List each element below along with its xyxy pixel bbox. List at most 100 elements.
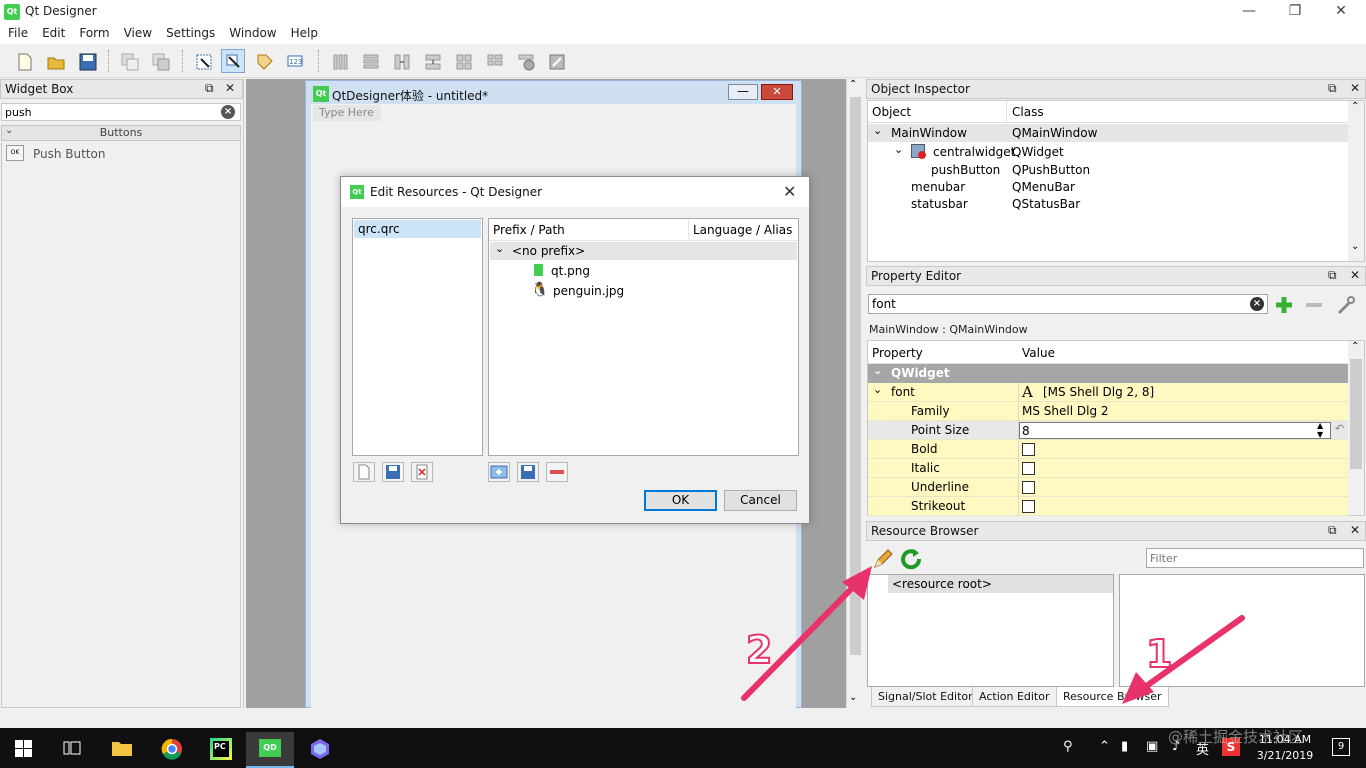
chevron-down-icon[interactable]: ⌄	[894, 143, 903, 156]
scroll-down-icon[interactable]: ⌄	[1351, 241, 1359, 252]
property-row-family[interactable]: Family MS Shell Dlg 2	[868, 402, 1349, 421]
qt-designer-button[interactable]: QD	[246, 732, 294, 768]
menu-settings[interactable]: Settings	[158, 24, 221, 40]
clear-filter-icon[interactable]: ×	[1250, 297, 1264, 311]
property-row-italic[interactable]: Italic	[868, 459, 1349, 478]
property-grid-scrollbar[interactable]: ⌃	[1348, 341, 1364, 515]
resource-file-row[interactable]: qt.png	[534, 263, 694, 281]
resource-tree[interactable]: Prefix / Path Language / Alias ⌄ <no pre…	[488, 218, 799, 456]
close-icon[interactable]: ✕	[1350, 268, 1360, 282]
reset-icon[interactable]: ↶	[1335, 422, 1344, 435]
close-icon[interactable]: ✕	[1350, 81, 1360, 95]
float-icon[interactable]: ⧉	[1328, 81, 1337, 96]
remove-resource-file-button[interactable]	[411, 462, 433, 482]
scroll-up-icon[interactable]: ⌃	[849, 79, 857, 90]
col-property[interactable]: Property	[872, 346, 923, 360]
bold-checkbox[interactable]	[1022, 443, 1035, 456]
col-language-alias[interactable]: Language / Alias	[693, 223, 792, 237]
object-row-mainwindow[interactable]: ⌄ MainWindow QMainWindow	[868, 124, 1349, 142]
qrc-file-item[interactable]: qrc.qrc	[354, 220, 481, 238]
copy-button[interactable]	[117, 49, 141, 73]
menu-file[interactable]: File	[0, 24, 34, 40]
scrollbar-thumb[interactable]	[1350, 359, 1362, 469]
edit-buddies-button[interactable]	[252, 49, 276, 73]
col-object[interactable]: Object	[872, 105, 911, 119]
network-icon[interactable]: ▣	[1146, 739, 1158, 754]
float-icon[interactable]: ⧉	[205, 81, 214, 96]
pycharm-button[interactable]: PC	[198, 732, 246, 768]
minimize-button[interactable]: —	[1226, 0, 1272, 24]
new-form-button[interactable]	[12, 49, 36, 73]
chevron-up-icon[interactable]: ⌃	[1099, 739, 1110, 754]
chevron-down-icon[interactable]: ⌄	[873, 364, 882, 377]
property-row-font[interactable]: ⌄ font A [MS Shell Dlg 2, 8]	[868, 383, 1349, 402]
task-view-button[interactable]	[48, 732, 96, 768]
action-center-icon[interactable]: 9	[1332, 738, 1350, 756]
property-grid[interactable]: Property Value ⌄ QWidget ⌄ font A [MS Sh…	[867, 340, 1365, 516]
new-resource-file-button[interactable]	[353, 462, 375, 482]
property-filter-input[interactable]	[869, 295, 1239, 313]
menu-help[interactable]: Help	[283, 24, 324, 40]
adjust-size-button[interactable]	[544, 49, 568, 73]
layout-splitter-v-button[interactable]	[420, 49, 444, 73]
people-icon[interactable]: ⚲	[1063, 739, 1073, 754]
widget-filter-input[interactable]	[2, 104, 212, 120]
save-form-button[interactable]	[75, 49, 99, 73]
point-size-spinbox[interactable]: 8 ▲ ▼	[1019, 421, 1331, 439]
spin-arrows-icon[interactable]: ▲ ▼	[1317, 421, 1323, 439]
push-button-widget-item[interactable]: OK Push Button	[6, 145, 236, 163]
add-prefix-button[interactable]	[488, 462, 510, 482]
cancel-button[interactable]: Cancel	[724, 490, 797, 511]
col-value[interactable]: Value	[1022, 346, 1055, 360]
float-icon[interactable]: ⧉	[1328, 523, 1337, 538]
ok-button[interactable]: OK	[644, 490, 717, 511]
edit-tab-order-button[interactable]: 123	[283, 49, 307, 73]
app-button[interactable]	[296, 732, 344, 768]
property-row-underline[interactable]: Underline	[868, 478, 1349, 497]
edit-widgets-button[interactable]	[191, 49, 215, 73]
close-icon[interactable]: ✕	[225, 81, 235, 95]
layout-form-button[interactable]	[482, 49, 506, 73]
scroll-up-icon[interactable]: ⌃	[1351, 101, 1359, 112]
object-tree[interactable]: Object Class ⌄ MainWindow QMainWindow ⌄ …	[867, 100, 1365, 262]
battery-icon[interactable]: ▮	[1121, 739, 1128, 754]
chrome-button[interactable]	[148, 732, 196, 768]
form-minimize-button[interactable]: —	[728, 84, 758, 100]
object-row-statusbar[interactable]: statusbar QStatusBar	[868, 195, 1349, 213]
resource-file-row[interactable]: 🐧 penguin.jpg	[531, 282, 694, 301]
configure-button[interactable]	[1335, 294, 1359, 316]
layout-horizontal-button[interactable]	[328, 49, 352, 73]
chevron-down-icon[interactable]: ⌄	[495, 242, 504, 255]
edit-signals-button[interactable]	[221, 49, 245, 73]
file-explorer-button[interactable]	[98, 732, 146, 768]
form-close-button[interactable]: ✕	[761, 84, 793, 100]
object-row-menubar[interactable]: menubar QMenuBar	[868, 178, 1349, 196]
property-row-point-size[interactable]: Point Size 8 ▲ ▼ ↶	[868, 421, 1349, 440]
menu-type-here[interactable]: Type Here	[313, 105, 381, 121]
strikeout-checkbox[interactable]	[1022, 500, 1035, 513]
object-tree-scrollbar[interactable]: ⌃ ⌄	[1348, 101, 1364, 261]
paste-button[interactable]	[148, 49, 172, 73]
remove-dynamic-property-button[interactable]	[1303, 294, 1325, 316]
chevron-down-icon[interactable]: ⌄	[873, 124, 882, 137]
chevron-down-icon[interactable]: ⌄	[873, 383, 882, 396]
add-dynamic-property-button[interactable]	[1273, 294, 1295, 316]
col-prefix-path[interactable]: Prefix / Path	[493, 223, 565, 237]
layout-splitter-h-button[interactable]	[389, 49, 413, 73]
dialog-close-button[interactable]: ✕	[783, 182, 796, 201]
property-row-strikeout[interactable]: Strikeout	[868, 497, 1349, 516]
object-row-centralwidget[interactable]: ⌄ centralwidget QWidget	[868, 143, 1349, 161]
property-row-bold[interactable]: Bold	[868, 440, 1349, 459]
open-resource-file-button[interactable]	[382, 462, 404, 482]
open-form-button[interactable]	[43, 49, 67, 73]
property-group-qwidget[interactable]: ⌄ QWidget	[868, 364, 1349, 383]
menu-view[interactable]: View	[116, 24, 158, 40]
menu-edit[interactable]: Edit	[34, 24, 71, 40]
break-layout-button[interactable]	[513, 49, 537, 73]
object-row-pushbutton[interactable]: pushButton QPushButton	[868, 161, 1349, 179]
underline-checkbox[interactable]	[1022, 481, 1035, 494]
add-files-button[interactable]	[517, 462, 539, 482]
prefix-row[interactable]: ⌄ <no prefix>	[490, 242, 797, 260]
italic-checkbox[interactable]	[1022, 462, 1035, 475]
close-icon[interactable]: ✕	[1350, 523, 1360, 537]
